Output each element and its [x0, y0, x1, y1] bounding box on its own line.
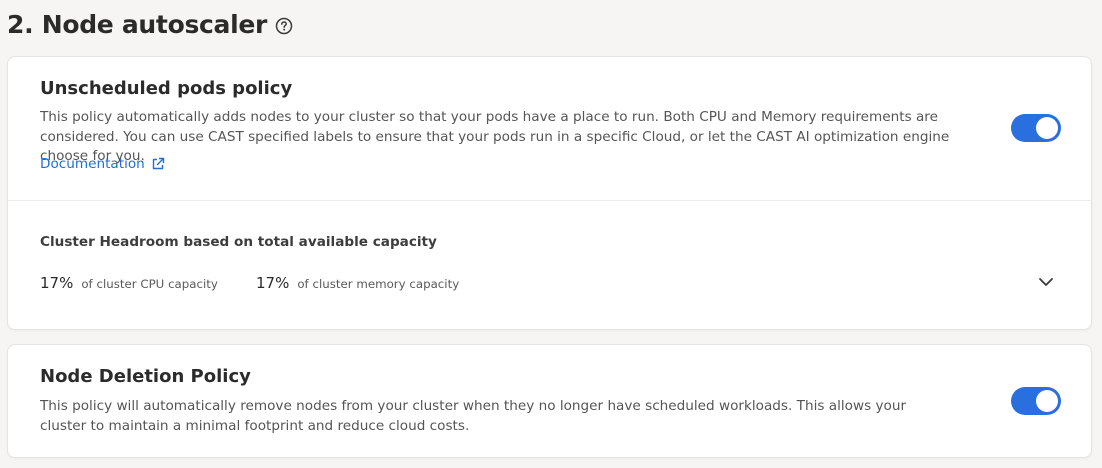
section-heading: 2. Node autoscaler	[7, 9, 268, 39]
unscheduled-pods-title: Unscheduled pods policy	[40, 78, 293, 99]
cpu-headroom-label: of cluster CPU capacity	[81, 277, 218, 291]
memory-headroom-value: 17%	[256, 274, 290, 292]
documentation-link[interactable]: Documentation	[40, 156, 165, 172]
documentation-link-label: Documentation	[40, 156, 145, 172]
memory-headroom-label: of cluster memory capacity	[297, 277, 460, 291]
node-deletion-toggle[interactable]	[1011, 387, 1061, 415]
node-deletion-title: Node Deletion Policy	[40, 366, 251, 387]
cpu-headroom-metric: 17% of cluster CPU capacity	[40, 274, 218, 292]
chevron-down-icon[interactable]	[1037, 275, 1055, 289]
node-deletion-description: This policy will automatically remove no…	[40, 398, 907, 434]
unscheduled-pods-toggle[interactable]	[1011, 114, 1061, 142]
cluster-headroom-title: Cluster Headroom based on total availabl…	[40, 234, 437, 250]
memory-headroom-metric: 17% of cluster memory capacity	[256, 274, 459, 292]
node-deletion-policy-card: Node Deletion Policy This policy will au…	[7, 344, 1092, 458]
cpu-headroom-value: 17%	[40, 274, 74, 292]
divider	[8, 200, 1091, 201]
question-circle-icon[interactable]	[275, 17, 293, 35]
page-title: 2. Node autoscaler	[7, 6, 293, 42]
unscheduled-pods-policy-card: Unscheduled pods policy This policy auto…	[7, 56, 1092, 330]
external-link-icon	[151, 157, 165, 171]
toggle-knob	[1036, 390, 1058, 412]
toggle-knob	[1036, 117, 1058, 139]
unscheduled-pods-description: This policy automatically adds nodes to …	[40, 109, 950, 164]
